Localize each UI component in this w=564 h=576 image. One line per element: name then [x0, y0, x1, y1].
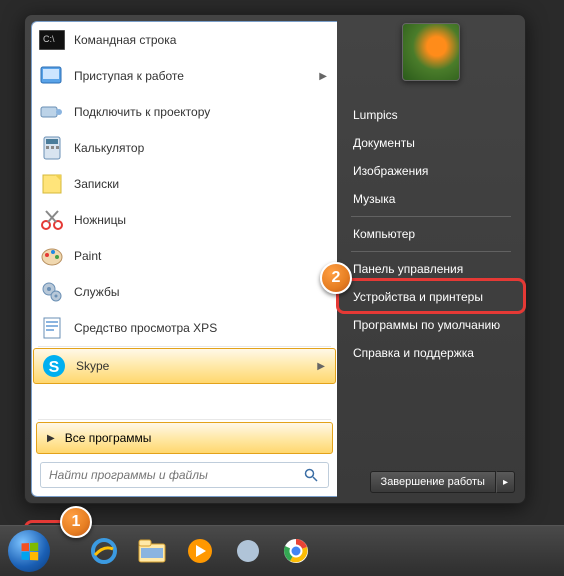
- program-paint[interactable]: Paint: [32, 238, 337, 274]
- separator: [38, 419, 331, 420]
- program-label: Приступая к работе: [74, 69, 184, 83]
- getting-started-icon: [38, 62, 66, 90]
- program-label: Подключить к проектору: [74, 105, 210, 119]
- annotation-badge-1: 1: [60, 506, 92, 538]
- calculator-icon: [38, 134, 66, 162]
- start-button[interactable]: [8, 530, 50, 572]
- services-gear-icon: [38, 278, 66, 306]
- all-programs-button[interactable]: ▶ Все программы: [36, 422, 333, 454]
- taskbar-ie[interactable]: [84, 531, 124, 571]
- submenu-arrow-icon: ▶: [319, 71, 331, 82]
- program-services[interactable]: Службы: [32, 274, 337, 310]
- all-programs-label: Все программы: [65, 431, 152, 445]
- separator: [38, 346, 331, 347]
- control-panel-link[interactable]: Панель управления: [341, 255, 521, 283]
- paint-icon: [38, 242, 66, 270]
- program-label: Службы: [74, 285, 119, 299]
- computer-link[interactable]: Компьютер: [341, 220, 521, 248]
- devices-link[interactable]: Устройства и принтеры: [341, 283, 521, 311]
- documents-link[interactable]: Документы: [341, 129, 521, 157]
- help-link[interactable]: Справка и поддержка: [341, 339, 521, 367]
- program-label: Калькулятор: [74, 141, 144, 155]
- program-projector[interactable]: Подключить к проектору: [32, 94, 337, 130]
- svg-text:C:\: C:\: [43, 34, 55, 44]
- program-label: Средство просмотра XPS: [74, 321, 217, 335]
- program-label: Paint: [74, 249, 101, 263]
- submenu-arrow-icon: ▶: [317, 361, 329, 372]
- annotation-badge-2: 2: [320, 262, 352, 294]
- program-cmd[interactable]: C:\ Командная строка: [32, 22, 337, 58]
- projector-icon: [38, 98, 66, 126]
- search-box[interactable]: [40, 462, 329, 488]
- search-icon: [304, 468, 328, 482]
- cmd-icon: C:\: [38, 26, 66, 54]
- program-snipping[interactable]: Ножницы: [32, 202, 337, 238]
- recent-programs-list: C:\ Командная строка Приступая к работе …: [32, 22, 337, 419]
- svg-text:S: S: [49, 359, 60, 376]
- program-sticky-notes[interactable]: Записки: [32, 166, 337, 202]
- search-input[interactable]: [41, 468, 304, 482]
- start-menu: C:\ Командная строка Приступая к работе …: [24, 14, 526, 504]
- program-getting-started[interactable]: Приступая к работе ▶: [32, 58, 337, 94]
- user-picture[interactable]: [402, 23, 460, 81]
- separator: [351, 251, 511, 252]
- xps-icon: [38, 314, 66, 342]
- programs-panel: C:\ Командная строка Приступая к работе …: [31, 21, 337, 497]
- program-label: Записки: [74, 177, 119, 191]
- places-panel: Lumpics Документы Изображения Музыка Ком…: [337, 15, 525, 503]
- taskbar-chrome[interactable]: [276, 531, 316, 571]
- windows-logo-icon: [21, 542, 38, 560]
- program-skype[interactable]: S Skype ▶: [33, 348, 336, 384]
- program-label: Ножницы: [74, 213, 126, 227]
- skype-icon: S: [40, 352, 68, 380]
- program-calculator[interactable]: Калькулятор: [32, 130, 337, 166]
- pictures-link[interactable]: Изображения: [341, 157, 521, 185]
- program-label: Командная строка: [74, 33, 176, 47]
- program-label: Skype: [76, 359, 109, 373]
- shutdown-button[interactable]: Завершение работы: [370, 471, 496, 493]
- shutdown-group: Завершение работы ▸: [370, 471, 515, 493]
- taskbar-app[interactable]: [228, 531, 268, 571]
- music-link[interactable]: Музыка: [341, 185, 521, 213]
- scissors-icon: [38, 206, 66, 234]
- separator: [351, 216, 511, 217]
- sticky-notes-icon: [38, 170, 66, 198]
- shutdown-options-button[interactable]: ▸: [496, 471, 515, 493]
- taskbar-media-player[interactable]: [180, 531, 220, 571]
- taskbar-explorer[interactable]: [132, 531, 172, 571]
- program-xps[interactable]: Средство просмотра XPS: [32, 310, 337, 346]
- triangle-icon: ▶: [47, 433, 55, 444]
- default-programs-link[interactable]: Программы по умолчанию: [341, 311, 521, 339]
- user-folder-link[interactable]: Lumpics: [341, 101, 521, 129]
